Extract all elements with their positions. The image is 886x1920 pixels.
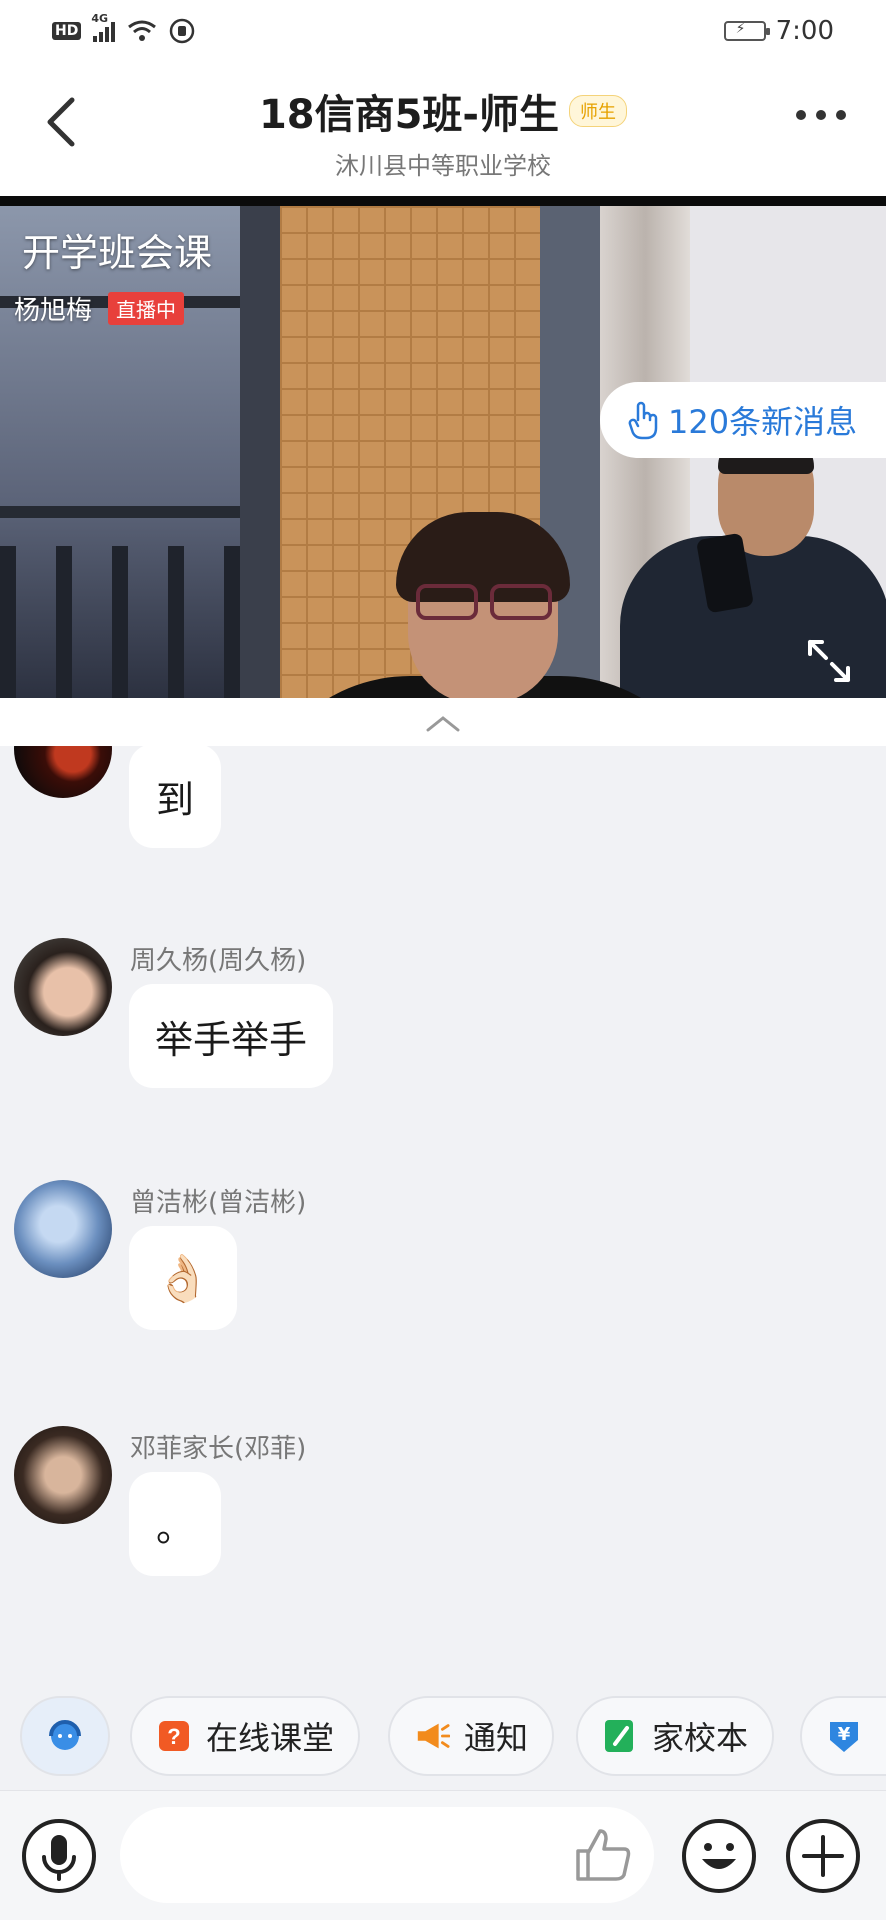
sender-name: 曾洁彬(曾洁彬) [130,1188,307,1218]
sender-name: 周久杨(周久杨) [130,946,307,976]
user-avatar[interactable] [14,1426,112,1524]
status-right: ⚡ 7:00 [723,16,834,46]
message-bubble[interactable]: 。 [129,1472,221,1576]
video-collapse-bar [0,698,886,746]
new-messages-button[interactable]: 120条新消息 [600,382,886,458]
message-bubble[interactable]: 到 [129,746,221,848]
notice-megaphone-icon [414,1718,450,1754]
fullscreen-icon[interactable] [804,636,854,686]
voice-input-icon[interactable] [20,1817,98,1895]
message-bubble[interactable]: 👌🏻 [129,1226,237,1330]
role-badge: 师生 [569,95,628,127]
add-more-icon[interactable] [784,1817,862,1895]
wifi-icon [128,20,157,41]
home-school-book-label: 家校本 [652,1719,749,1757]
svg-text:?: ? [167,1724,180,1749]
notice-button[interactable]: 通知 [388,1696,555,1776]
thumbs-up-icon[interactable] [572,1825,634,1885]
notice-label: 通知 [464,1719,529,1757]
emoji-icon[interactable] [680,1817,758,1895]
payment-icon: ¥ [826,1718,862,1754]
online-class-label: 在线课堂 [206,1719,335,1757]
user-avatar[interactable] [14,1180,112,1278]
online-class-button[interactable]: ? 在线课堂 [130,1696,361,1776]
new-messages-label: 120条新消息 [668,403,858,441]
cellular-signal-icon: 4G [91,12,116,42]
assistant-icon [49,1720,81,1750]
user-avatar[interactable] [14,746,112,798]
message-bubble[interactable]: 举手举手 [129,984,334,1088]
status-bar: HD 4G ⚡ 7:00 [0,0,886,62]
user-avatar[interactable] [14,938,112,1036]
clock: 7:00 [775,16,834,46]
input-bar [0,1790,886,1920]
live-host-row: 杨旭梅 直播中 [14,290,185,327]
online-class-icon: ? [156,1718,192,1754]
assistant-button[interactable] [20,1696,110,1776]
more-options-icon[interactable] [796,110,846,120]
chevron-up-icon[interactable] [418,708,468,736]
header-title-block: 18信商5班-师生 师生 沐川县中等职业学校 [0,82,886,181]
status-icons: HD 4G [52,12,195,44]
school-name: 沐川县中等职业学校 [335,152,551,180]
battery-icon: ⚡ [723,21,770,41]
svg-text:¥: ¥ [838,1724,851,1745]
live-title: 开学班会课 [22,231,213,275]
group-title: 18信商5班-师生 [258,92,560,138]
payment-button[interactable]: ¥ [800,1696,886,1776]
chat-header: 18信商5班-师生 师生 沐川县中等职业学校 [0,62,886,196]
quick-actions-bar[interactable]: ? 在线课堂 通知 家校本 ¥ [0,1686,886,1790]
host-name: 杨旭梅 [14,296,93,326]
pointing-hand-icon [628,401,658,440]
hd-icon: HD [52,22,82,40]
hand-shield-icon [170,18,195,44]
live-status-badge: 直播中 [108,292,185,325]
home-school-book-icon [602,1718,638,1754]
network-type-label: 4G [91,12,109,25]
home-school-book-button[interactable]: 家校本 [576,1696,775,1776]
message-list[interactable]: 到 周久杨(周久杨) 举手举手 曾洁彬(曾洁彬) 👌🏻 邓菲家长(邓菲) 。 [0,746,886,1686]
video-divider [0,196,886,206]
sender-name: 邓菲家长(邓菲) [130,1434,307,1464]
